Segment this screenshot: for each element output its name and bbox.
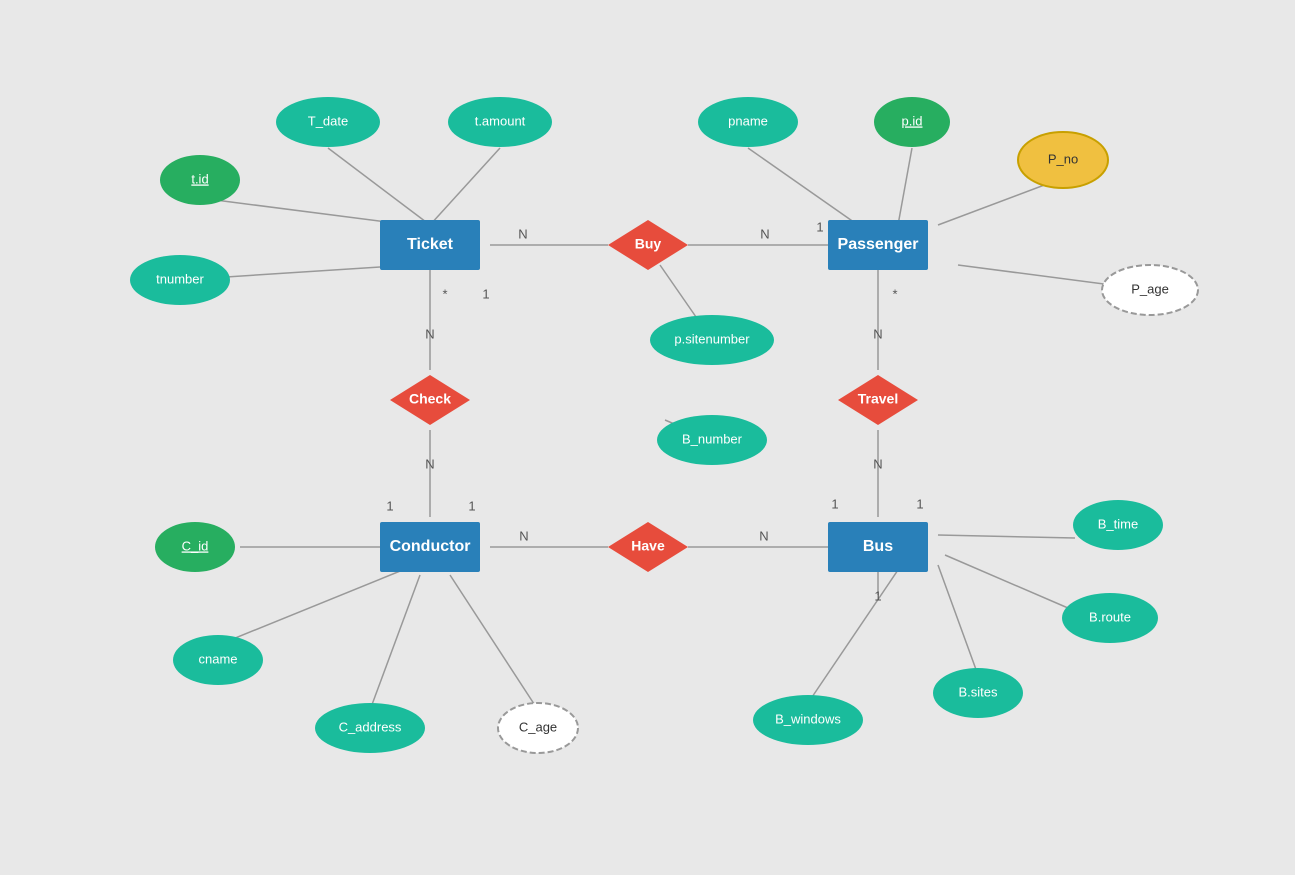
- card-buy-passenger-1: 1: [816, 219, 823, 234]
- card-bus-have-1: 1: [916, 496, 923, 511]
- card-travel-bus-n: N: [873, 456, 882, 471]
- relation-have-label: Have: [631, 538, 665, 554]
- attr-t-id-label: t.id: [191, 171, 208, 186]
- attr-b-sites-label: B.sites: [958, 684, 998, 699]
- card-passenger-star: *: [892, 286, 897, 301]
- entity-bus-label: Bus: [863, 538, 893, 555]
- relation-travel-label: Travel: [858, 391, 898, 407]
- attr-b-time-label: B_time: [1098, 516, 1138, 531]
- card-bus-bottom-1: 1: [874, 588, 881, 603]
- entity-passenger-label: Passenger: [838, 236, 919, 253]
- attr-b-route-label: B.route: [1089, 609, 1131, 624]
- card-conductor-check-1b: 1: [468, 498, 475, 513]
- entity-ticket-label: Ticket: [407, 236, 454, 253]
- attr-tnumber-label: tnumber: [156, 271, 204, 286]
- relation-buy-label: Buy: [635, 236, 662, 252]
- card-check-n: N: [425, 326, 434, 341]
- attr-c-age-label: C_age: [519, 719, 557, 734]
- card-have-bus-n: N: [759, 528, 768, 543]
- card-buy-passenger-n: N: [760, 226, 769, 241]
- attr-p-no-label: P_no: [1048, 151, 1078, 166]
- attr-pname-label: pname: [728, 113, 768, 128]
- attr-b-windows-label: B_windows: [775, 711, 841, 726]
- card-conductor-check-1: 1: [386, 498, 393, 513]
- card-ticket-check-star: *: [442, 286, 447, 301]
- attr-p-sitenumber-label: p.sitenumber: [674, 331, 750, 346]
- card-conductor-have-n: N: [519, 528, 528, 543]
- entity-conductor-label: Conductor: [390, 538, 471, 555]
- card-check-conductor-n: N: [425, 456, 434, 471]
- card-ticket-check-1: 1: [482, 286, 489, 301]
- card-passenger-travel-n: N: [873, 326, 882, 341]
- card-ticket-buy-n: N: [518, 226, 527, 241]
- relation-check-label: Check: [409, 391, 451, 407]
- attr-cname-label: cname: [198, 651, 237, 666]
- attr-t-date-label: T_date: [308, 113, 348, 128]
- attr-b-number-label: B_number: [682, 431, 743, 446]
- attr-p-id-label: p.id: [902, 113, 923, 128]
- attr-c-id-label: C_id: [182, 538, 209, 553]
- attr-p-age-label: P_age: [1131, 281, 1169, 296]
- attr-t-amount-label: t.amount: [475, 113, 526, 128]
- attr-c-address-label: C_address: [339, 719, 402, 734]
- card-bus-travel-1: 1: [831, 496, 838, 511]
- er-diagram: Ticket Passenger Conductor Bus Buy Check…: [0, 0, 1295, 875]
